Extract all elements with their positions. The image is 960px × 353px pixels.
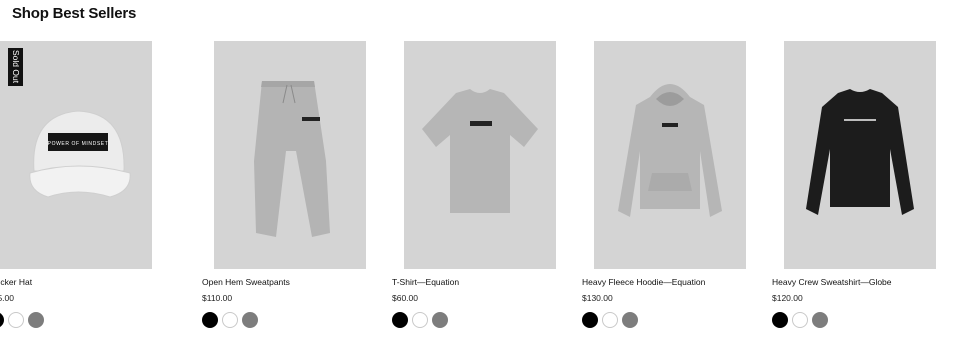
swatch-white[interactable] xyxy=(792,312,808,328)
color-swatches xyxy=(392,312,448,328)
product-card: POWER OF MINDSET Sold Out Trucker Hat $4… xyxy=(0,41,152,328)
product-image-sweatpants[interactable] xyxy=(214,41,366,269)
product-price: $130.00 xyxy=(582,293,613,303)
product-price: $60.00 xyxy=(392,293,418,303)
swatch-gray[interactable] xyxy=(812,312,828,328)
swatch-gray[interactable] xyxy=(622,312,638,328)
product-card: Heavy Fleece Hoodie—Equation $130.00 xyxy=(582,41,746,328)
swatch-gray[interactable] xyxy=(28,312,44,328)
product-image-trucker-hat[interactable]: POWER OF MINDSET Sold Out xyxy=(0,41,152,269)
product-card: Heavy Crew Sweatshirt—Globe $120.00 xyxy=(772,41,936,328)
swatch-black[interactable] xyxy=(392,312,408,328)
product-title[interactable]: Heavy Fleece Hoodie—Equation xyxy=(582,277,762,287)
swatch-white[interactable] xyxy=(412,312,428,328)
cap-print-text: POWER OF MINDSET xyxy=(48,141,109,147)
product-title[interactable]: Trucker Hat xyxy=(0,277,168,287)
swatch-black[interactable] xyxy=(0,312,4,328)
color-swatches xyxy=(582,312,638,328)
product-price: $120.00 xyxy=(772,293,803,303)
swatch-black[interactable] xyxy=(582,312,598,328)
product-price: $45.00 xyxy=(0,293,14,303)
swatch-white[interactable] xyxy=(222,312,238,328)
product-price: $110.00 xyxy=(202,293,233,303)
product-title[interactable]: Heavy Crew Sweatshirt—Globe xyxy=(772,277,952,287)
swatch-white[interactable] xyxy=(8,312,24,328)
swatch-black[interactable] xyxy=(772,312,788,328)
color-swatches xyxy=(772,312,828,328)
product-image-sweatshirt[interactable] xyxy=(784,41,936,269)
product-image-tshirt[interactable] xyxy=(404,41,556,269)
swatch-black[interactable] xyxy=(202,312,218,328)
product-title[interactable]: Open Hem Sweatpants xyxy=(202,277,382,287)
product-title[interactable]: T-Shirt—Equation xyxy=(392,277,572,287)
color-swatches xyxy=(202,312,258,328)
swatch-gray[interactable] xyxy=(432,312,448,328)
swatch-gray[interactable] xyxy=(242,312,258,328)
product-image-hoodie[interactable] xyxy=(594,41,746,269)
swatch-white[interactable] xyxy=(602,312,618,328)
color-swatches xyxy=(0,312,44,328)
product-card: Open Hem Sweatpants $110.00 xyxy=(202,41,366,328)
product-card: T-Shirt—Equation $60.00 xyxy=(392,41,556,328)
sold-out-badge: Sold Out xyxy=(8,48,23,86)
section-heading: Shop Best Sellers xyxy=(12,5,137,22)
